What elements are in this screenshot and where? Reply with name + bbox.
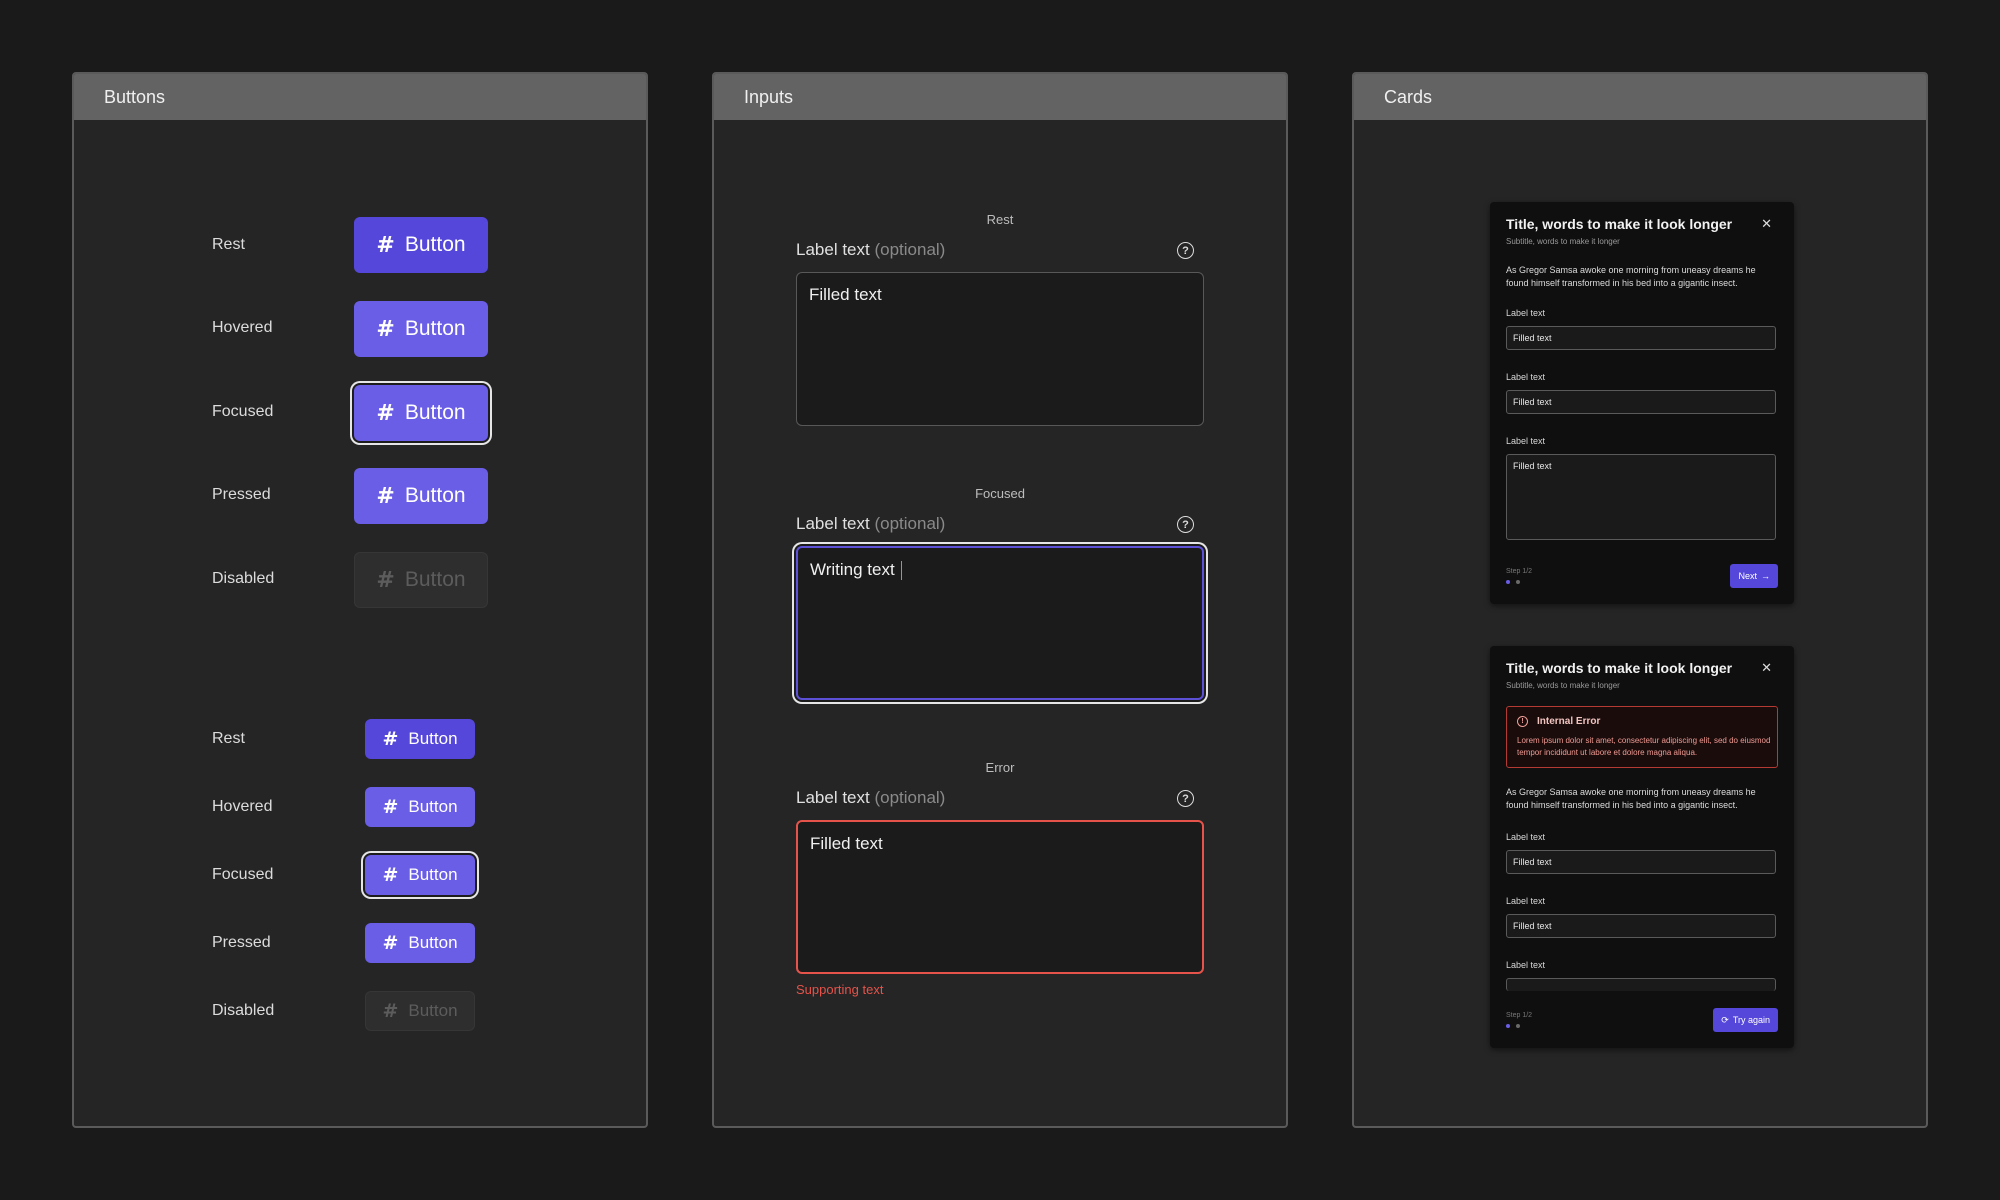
card-field-label: Label text	[1506, 308, 1546, 318]
supporting-text: Supporting text	[796, 982, 884, 997]
field-label: Label text (optional)	[796, 514, 946, 533]
try-again-button[interactable]: ⟳ Try again	[1713, 1008, 1778, 1032]
hash-icon: #	[376, 567, 395, 593]
step-dots	[1506, 580, 1520, 584]
textarea-rest[interactable]: Filled text	[796, 272, 1204, 426]
small-button-rest[interactable]: # Button	[365, 719, 475, 759]
inputs-panel: Inputs Rest Label text (optional) ? Fill…	[712, 72, 1288, 1128]
card-field-label: Label text	[1506, 372, 1546, 382]
card-input[interactable]: Filled text	[1506, 326, 1776, 350]
alert-title: Internal Error	[1537, 716, 1601, 727]
hash-icon: #	[382, 864, 399, 886]
large-button-rest[interactable]: # Button	[354, 217, 488, 273]
step-dot-active	[1506, 1024, 1510, 1028]
state-label-focused: Focused	[212, 403, 274, 420]
card-input[interactable]: Filled text	[1506, 390, 1776, 414]
arrow-right-icon: →	[1761, 571, 1770, 581]
next-button[interactable]: Next →	[1730, 564, 1778, 588]
state-label-hovered: Hovered	[212, 319, 273, 336]
step-indicator-text: Step 1/2	[1506, 1012, 1533, 1019]
card-subtitle: Subtitle, words to make it longer	[1506, 681, 1620, 690]
input-group-error: Error Label text (optional) ? Filled tex…	[796, 760, 1204, 1000]
small-button-pressed[interactable]: # Button	[365, 923, 475, 963]
state-label-hovered-small: Hovered	[212, 798, 273, 815]
cards-panel: Cards Title, words to make it look longe…	[1352, 72, 1928, 1128]
field-label: Label text (optional)	[796, 788, 946, 807]
state-caption-rest: Rest	[986, 212, 1014, 227]
card-field-label: Label text	[1506, 436, 1546, 446]
state-caption-focused: Focused	[975, 486, 1025, 501]
error-card: Title, words to make it look longer Subt…	[1490, 646, 1794, 1048]
card-field-label: Label text	[1506, 896, 1546, 906]
card-body-text: As Gregor Samsa awoke one morning from u…	[1506, 265, 1756, 288]
card-input[interactable]: Filled text	[1506, 850, 1776, 874]
card-title: Title, words to make it look longer	[1506, 216, 1733, 232]
card-subtitle: Subtitle, words to make it longer	[1506, 237, 1620, 246]
state-label-pressed: Pressed	[212, 486, 271, 503]
step-dot	[1516, 1024, 1520, 1028]
small-button-disabled: # Button	[365, 991, 475, 1031]
hash-icon: #	[376, 400, 395, 426]
card-textarea[interactable]: Filled text	[1506, 454, 1776, 540]
hash-icon: #	[382, 728, 399, 750]
state-label-disabled-small: Disabled	[212, 1002, 275, 1019]
input-group-focused: Focused Label text (optional) ? Writing …	[796, 486, 1204, 700]
hash-icon: #	[376, 232, 395, 258]
state-label-rest: Rest	[212, 236, 245, 253]
step-dot-active	[1506, 580, 1510, 584]
card-body-text: As Gregor Samsa awoke one morning from u…	[1506, 787, 1756, 810]
error-alert: ! Internal Error Lorem ipsum dolor sit a…	[1506, 706, 1778, 768]
cards-panel-header: Cards	[1354, 74, 1926, 120]
small-button-focused[interactable]: # Button	[365, 855, 475, 895]
close-icon[interactable]: ✕	[1761, 660, 1772, 676]
inputs-panel-header: Inputs	[714, 74, 1286, 120]
step-indicator-text: Step 1/2	[1506, 568, 1533, 575]
large-button-hovered[interactable]: # Button	[354, 301, 488, 357]
card-input[interactable]: Filled text	[1506, 914, 1776, 938]
large-button-disabled: # Button	[354, 552, 488, 608]
textarea-focused[interactable]: Writing text	[796, 546, 1204, 700]
hash-icon: #	[376, 316, 395, 342]
input-group-rest: Rest Label text (optional) ? Filled text	[796, 212, 1204, 426]
help-icon[interactable]: ?	[1177, 242, 1194, 259]
field-label: Label text (optional)	[796, 240, 946, 259]
alert-body: Lorem ipsum dolor sit amet, consectetur …	[1517, 736, 1771, 757]
card-field-label: Label text	[1506, 960, 1546, 970]
step-dots	[1506, 1024, 1520, 1028]
state-label-focused-small: Focused	[212, 866, 274, 883]
step-dot	[1516, 580, 1520, 584]
buttons-panel: Buttons Rest # Button Hovered # Button Foc…	[72, 72, 648, 1128]
textarea-error[interactable]: Filled text	[796, 820, 1204, 974]
state-label-disabled: Disabled	[212, 570, 275, 587]
card-field-label: Label text	[1506, 832, 1546, 842]
hash-icon: #	[382, 932, 399, 954]
state-label-pressed-small: Pressed	[212, 934, 271, 951]
small-button-hovered[interactable]: # Button	[365, 787, 475, 827]
state-label-rest-small: Rest	[212, 730, 245, 747]
alert-circle-icon: !	[1517, 716, 1528, 727]
help-icon[interactable]: ?	[1177, 790, 1194, 807]
text-caret	[900, 561, 903, 581]
hash-icon: #	[376, 483, 395, 509]
card-input-clipped[interactable]	[1506, 978, 1776, 991]
hash-icon: #	[382, 796, 399, 818]
form-card: Title, words to make it look longer Subt…	[1490, 202, 1794, 604]
help-icon[interactable]: ?	[1177, 516, 1194, 533]
refresh-icon: ⟳	[1721, 1014, 1729, 1025]
large-button-pressed[interactable]: # Button	[354, 468, 488, 524]
card-title: Title, words to make it look longer	[1506, 660, 1733, 676]
large-button-focused[interactable]: # Button	[354, 385, 488, 441]
state-caption-error: Error	[985, 760, 1015, 775]
close-icon[interactable]: ✕	[1761, 216, 1772, 232]
buttons-panel-header: Buttons	[74, 74, 646, 120]
hash-icon: #	[382, 1000, 399, 1022]
